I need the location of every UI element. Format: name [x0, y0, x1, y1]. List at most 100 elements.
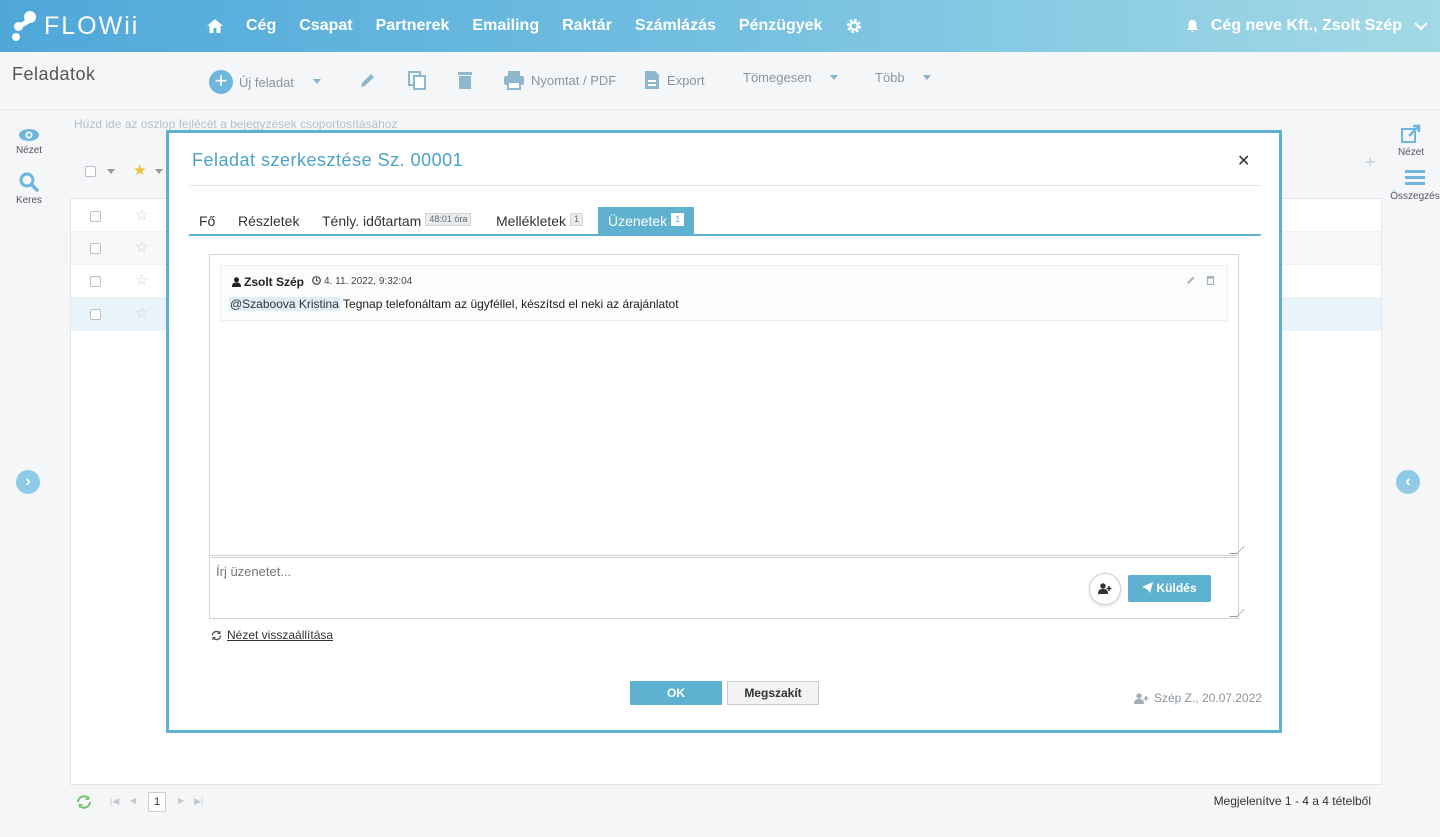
nav-item-team[interactable]: Csapat	[299, 17, 352, 35]
collapse-right-chevron-icon[interactable]: ‹	[1396, 470, 1420, 494]
chevron-down-icon[interactable]	[1414, 21, 1428, 31]
first-page-icon[interactable]: |◀	[110, 796, 119, 807]
star-icon[interactable]: ☆	[135, 271, 148, 289]
view-popout-button[interactable]: Nézet	[1382, 124, 1440, 158]
cancel-button[interactable]: Megszakít	[727, 681, 819, 705]
tab-label: Üzenetek	[608, 213, 668, 229]
star-icon[interactable]: ☆	[135, 206, 148, 224]
message-input-placeholder[interactable]: Írj üzenetet...	[216, 564, 291, 579]
row-checkbox[interactable]	[90, 276, 101, 287]
user-plus-icon	[1098, 583, 1112, 594]
tab-main[interactable]: Fő	[189, 207, 225, 234]
mention-user-button[interactable]	[1089, 573, 1121, 605]
row-checkbox[interactable]	[90, 309, 101, 320]
user-company-name[interactable]: Cég neve Kft., Zsolt Szép	[1211, 17, 1402, 35]
tab-actual-duration[interactable]: Ténly. időtartam 48:01 óra	[312, 207, 481, 234]
star-icon[interactable]: ☆	[135, 304, 148, 322]
row-checkbox[interactable]	[90, 211, 101, 222]
message-compose[interactable]: Írj üzenetet... Küldés	[209, 557, 1245, 619]
message-actions	[1186, 275, 1215, 285]
logo[interactable]: FLOWii	[12, 10, 139, 42]
send-button[interactable]: Küldés	[1128, 575, 1211, 602]
new-task-button[interactable]: + Új feladat	[209, 70, 294, 94]
logo-text: FLOWii	[44, 11, 140, 40]
bulk-menu[interactable]: Tömegesen	[743, 70, 838, 85]
row-checkbox[interactable]	[90, 243, 101, 254]
bulk-label: Tömegesen	[743, 70, 812, 85]
nav-item-finance[interactable]: Pénzügyek	[739, 17, 823, 35]
star-icon[interactable]: ☆	[135, 238, 148, 256]
nav-item-warehouse[interactable]: Raktár	[562, 17, 612, 35]
tab-label: Mellékletek	[496, 213, 567, 229]
paper-plane-icon	[1142, 582, 1154, 593]
refresh-icon[interactable]	[76, 795, 92, 809]
favorites-filter-star-icon[interactable]: ★	[133, 161, 146, 179]
edit-button[interactable]	[358, 70, 378, 90]
view-label: Nézet	[1397, 147, 1425, 158]
tab-messages[interactable]: Üzenetek 1	[598, 207, 695, 234]
export-file-icon	[645, 71, 659, 89]
more-label: Több	[875, 70, 905, 85]
user-mention[interactable]: @Szaboova Kristina	[229, 297, 340, 311]
view-toggle-button[interactable]: Nézet	[0, 128, 58, 156]
bell-icon[interactable]	[1186, 19, 1199, 33]
pencil-icon[interactable]	[1186, 275, 1196, 285]
resize-handle[interactable]	[1229, 546, 1245, 554]
flowii-logo-icon	[12, 11, 38, 41]
add-column-plus-icon[interactable]: +	[1365, 152, 1376, 173]
print-pdf-button[interactable]: Nyomtat / PDF	[503, 70, 616, 90]
new-task-dropdown[interactable]	[313, 79, 321, 84]
created-by-text: Szép Z., 20.07.2022	[1154, 691, 1263, 705]
left-sidebar: Nézet Keres ›	[0, 110, 58, 837]
modal-divider	[189, 185, 1261, 186]
clock-icon	[312, 276, 321, 285]
current-page[interactable]: 1	[148, 792, 166, 812]
summary-button[interactable]: Összegzés	[1386, 168, 1440, 202]
caret-down-icon	[829, 75, 838, 80]
more-menu[interactable]: Több	[875, 70, 931, 85]
copy-button[interactable]	[407, 70, 427, 90]
prev-page-icon[interactable]: ◀	[130, 796, 136, 805]
last-page-icon[interactable]: ▶|	[194, 796, 203, 807]
message-item: Zsolt Szép 4. 11. 2022, 9:32:04 @Szaboov…	[220, 265, 1228, 321]
printer-icon	[504, 71, 524, 90]
ok-button[interactable]: OK	[630, 681, 722, 705]
nav-item-partners[interactable]: Partnerek	[376, 17, 450, 35]
expand-left-chevron-icon[interactable]: ›	[16, 470, 40, 494]
caret-down-icon	[313, 79, 321, 84]
messages-count-badge: 1	[671, 213, 685, 226]
user-menu[interactable]: Cég neve Kft., Zsolt Szép	[1186, 0, 1428, 52]
print-pdf-label: Nyomtat / PDF	[531, 72, 617, 88]
caret-down-icon[interactable]	[107, 169, 115, 174]
nav-item-company[interactable]: Cég	[246, 17, 276, 35]
tab-label: Fő	[199, 213, 216, 229]
close-icon[interactable]: ✕	[1237, 151, 1250, 171]
message-author-name: Zsolt Szép	[244, 275, 305, 289]
next-page-icon[interactable]: ▶	[178, 796, 184, 805]
pager-status: Megjelenítve 1 - 4 a 4 tételből	[1213, 794, 1371, 808]
right-sidebar: Nézet Összegzés ‹	[1382, 110, 1440, 837]
export-button[interactable]: Export	[643, 70, 705, 90]
gear-icon[interactable]	[845, 17, 863, 35]
nav-item-invoicing[interactable]: Számlázás	[635, 17, 716, 35]
resize-handle[interactable]	[1229, 609, 1245, 617]
select-all-checkbox[interactable]	[85, 166, 96, 177]
trash-icon[interactable]	[1206, 275, 1215, 285]
messages-list[interactable]: Zsolt Szép 4. 11. 2022, 9:32:04 @Szaboov…	[209, 254, 1245, 556]
group-by-hint: Húzd ide az oszlop fejlécét a bejegyzése…	[74, 117, 398, 131]
export-label: Export	[667, 72, 705, 88]
tab-details[interactable]: Részletek	[228, 207, 309, 234]
home-icon[interactable]	[206, 17, 224, 35]
tab-attachments[interactable]: Mellékletek 1	[486, 207, 593, 234]
trash-icon	[458, 72, 472, 89]
search-label: Keres	[15, 195, 43, 206]
search-toggle-button[interactable]: Keres	[0, 172, 58, 206]
pencil-icon	[361, 74, 374, 87]
reset-view-label: Nézet visszaállítása	[227, 628, 334, 642]
caret-down-icon[interactable]	[155, 169, 163, 174]
external-link-icon	[1401, 124, 1421, 143]
nav-item-emailing[interactable]: Emailing	[472, 17, 539, 35]
reset-view-link[interactable]: Nézet visszaállítása	[211, 628, 333, 642]
delete-button[interactable]	[456, 70, 474, 90]
view-label: Nézet	[15, 145, 43, 156]
